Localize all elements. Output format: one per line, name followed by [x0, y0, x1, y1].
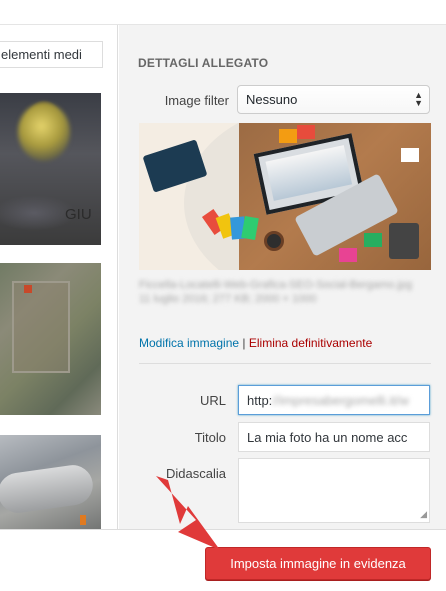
url-field[interactable]: http://impresabergomelli.it/w: [238, 385, 430, 415]
image-filter-label: Image filter: [164, 93, 229, 108]
preview-sticky-note: [339, 248, 357, 262]
media-search-input[interactable]: elementi medi: [0, 41, 103, 68]
title-label: Titolo: [194, 430, 226, 445]
caption-label: Didascalia: [166, 466, 226, 481]
thumbnail-image-content: [0, 462, 96, 516]
attachment-preview-image: [139, 123, 431, 270]
thumbnail-image-detail: [80, 515, 86, 525]
url-label: URL: [199, 393, 226, 408]
attachment-actions: Modifica immagine | Elimina definitivame…: [139, 336, 372, 350]
select-arrows-icon: ▲ ▼: [414, 90, 423, 108]
modal-footer-toolbar: Imposta immagine in evidenza: [0, 529, 446, 591]
set-featured-image-button[interactable]: Imposta immagine in evidenza: [205, 547, 431, 580]
resize-grip-icon[interactable]: ◢: [420, 509, 427, 520]
media-thumbnail[interactable]: GIU: [0, 93, 101, 245]
thumbnail-image-content: [18, 103, 70, 161]
preview-sticky-note: [364, 233, 382, 247]
caption-textarea[interactable]: ◢: [238, 458, 430, 523]
url-prefix: http:: [247, 393, 273, 408]
image-filter-select[interactable]: Nessuno ▲ ▼: [237, 85, 430, 114]
thumbnail-image-content: [12, 281, 70, 373]
media-thumbnail[interactable]: [0, 435, 101, 529]
preview-mug: [264, 231, 284, 251]
thumbnail-image-detail: [24, 285, 32, 293]
url-rest: //impresabergomelli.it/w: [272, 393, 409, 408]
attachment-filename: Ficcella-Locatelli-Web-Grafica-SEO-Socia…: [139, 279, 413, 291]
thumbnail-overlay-text: GIU: [65, 206, 92, 223]
preview-sticky-note: [297, 125, 315, 139]
media-library-grid: elementi medi GIU: [0, 25, 118, 529]
preview-cup: [401, 148, 419, 162]
attachment-meta: 11 luglio 2016; 277 KB; 2000 × 1000: [139, 293, 317, 305]
edit-image-link[interactable]: Modifica immagine: [139, 336, 239, 350]
modal-top-strip: [0, 0, 446, 25]
title-field[interactable]: La mia foto ha un nome acc: [238, 422, 430, 452]
attachment-details-panel: DETTAGLI ALLEGATO Image filter Nessuno ▲…: [119, 25, 446, 529]
media-thumbnail[interactable]: [0, 263, 101, 415]
attachment-details-heading: DETTAGLI ALLEGATO: [138, 56, 269, 70]
preview-calculator: [389, 223, 419, 259]
divider: [139, 363, 431, 364]
preview-sticky-note: [279, 129, 297, 143]
links-separator: |: [242, 336, 246, 350]
attachment-file-info: Ficcella-Locatelli-Web-Grafica-SEO-Socia…: [139, 278, 431, 306]
image-filter-selected: Nessuno: [246, 92, 298, 107]
delete-permanently-link[interactable]: Elimina definitivamente: [249, 336, 372, 350]
